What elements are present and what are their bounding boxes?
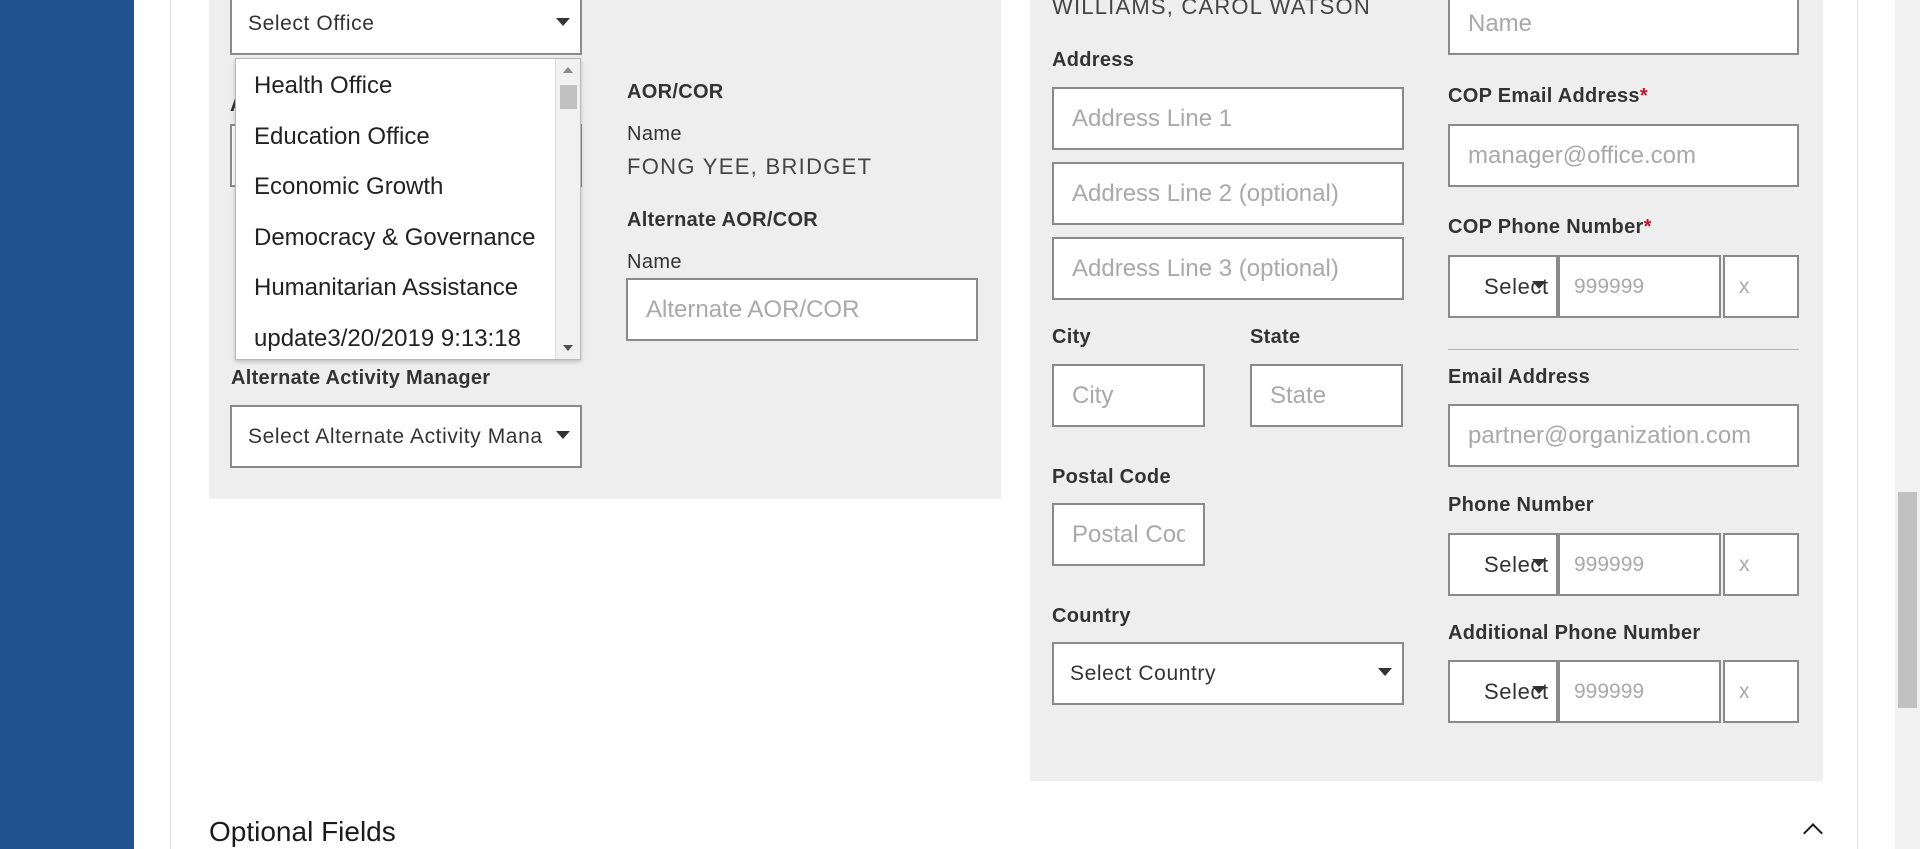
country-label: Country bbox=[1052, 605, 1131, 627]
city-input[interactable] bbox=[1052, 364, 1205, 427]
chevron-down-icon bbox=[1532, 686, 1546, 694]
cop-phone-number-input[interactable] bbox=[1558, 255, 1721, 318]
dropdown-scrollbar[interactable] bbox=[555, 59, 580, 359]
chevron-down-icon bbox=[556, 431, 570, 439]
state-label: State bbox=[1250, 326, 1301, 348]
scroll-down-arrow-icon[interactable] bbox=[563, 345, 573, 351]
office-select[interactable]: Select Office bbox=[230, 0, 582, 55]
phone-ext-input[interactable] bbox=[1723, 533, 1799, 596]
phone-number-input[interactable] bbox=[1558, 533, 1721, 596]
additional-phone-country-code-select[interactable]: Select bbox=[1448, 660, 1558, 723]
postal-code-label: Postal Code bbox=[1052, 466, 1171, 488]
alt-activity-manager-select-value: Select Alternate Activity Mana bbox=[248, 425, 543, 448]
cop-phone-country-code-select[interactable]: Select bbox=[1448, 255, 1558, 318]
alt-aor-cor-name-label: Name bbox=[627, 251, 682, 273]
office-option-education[interactable]: Education Office bbox=[254, 123, 430, 151]
alt-activity-manager-select[interactable]: Select Alternate Activity Mana bbox=[230, 405, 582, 468]
office-option-health[interactable]: Health Office bbox=[254, 72, 392, 100]
office-option-update[interactable]: update3/20/2019 9:13:18 bbox=[254, 325, 521, 353]
cop-email-input[interactable] bbox=[1448, 124, 1799, 187]
alt-aor-cor-input[interactable] bbox=[626, 278, 978, 341]
office-select-value: Select Office bbox=[248, 12, 375, 35]
cop-phone-ext-input[interactable] bbox=[1723, 255, 1799, 318]
cop-email-label: COP Email Address* bbox=[1448, 85, 1648, 108]
phone-country-code-select[interactable]: Select bbox=[1448, 533, 1558, 596]
aor-cor-name-label: Name bbox=[627, 123, 682, 145]
contact-divider bbox=[1448, 349, 1799, 350]
cop-phone-label-text: COP Phone Number bbox=[1448, 216, 1644, 238]
optional-fields-title[interactable]: Optional Fields bbox=[209, 816, 396, 848]
office-option-democracy[interactable]: Democracy & Governance bbox=[254, 224, 535, 252]
aor-cor-label: AOR/COR bbox=[627, 81, 724, 103]
cop-email-label-text: COP Email Address bbox=[1448, 85, 1640, 107]
city-label: City bbox=[1052, 326, 1091, 348]
top-name-value: WILLIAMS, CAROL WATSON bbox=[1052, 0, 1371, 19]
name-input[interactable] bbox=[1448, 0, 1799, 55]
additional-phone-ext-input[interactable] bbox=[1723, 660, 1799, 723]
chevron-down-icon bbox=[556, 18, 570, 26]
scroll-up-arrow-icon[interactable] bbox=[563, 67, 573, 73]
address-line3-input[interactable] bbox=[1052, 237, 1404, 300]
country-select-value: Select Country bbox=[1070, 662, 1217, 685]
office-option-economic-growth[interactable]: Economic Growth bbox=[254, 173, 443, 201]
email-label: Email Address bbox=[1448, 366, 1591, 388]
office-option-humanitarian[interactable]: Humanitarian Assistance bbox=[254, 274, 518, 302]
left-nav-rail bbox=[0, 0, 134, 849]
country-select[interactable]: Select Country bbox=[1052, 642, 1404, 705]
alt-activity-manager-label: Alternate Activity Manager bbox=[231, 367, 491, 389]
chevron-down-icon bbox=[1532, 559, 1546, 567]
additional-phone-label: Additional Phone Number bbox=[1448, 622, 1701, 644]
email-input[interactable] bbox=[1448, 404, 1799, 467]
aor-cor-name-value: FONG YEE, BRIDGET bbox=[627, 154, 873, 179]
dropdown-scroll-thumb[interactable] bbox=[560, 85, 577, 109]
page-scroll-thumb[interactable] bbox=[1898, 492, 1917, 708]
address-line1-input[interactable] bbox=[1052, 87, 1404, 150]
page-scrollbar[interactable] bbox=[1895, 0, 1920, 849]
cop-phone-label: COP Phone Number* bbox=[1448, 216, 1652, 239]
chevron-down-icon bbox=[1532, 281, 1546, 289]
alt-aor-cor-label: Alternate AOR/COR bbox=[627, 209, 819, 231]
address-label: Address bbox=[1052, 49, 1135, 71]
postal-code-input[interactable] bbox=[1052, 503, 1205, 566]
state-input[interactable] bbox=[1250, 364, 1403, 427]
address-line2-input[interactable] bbox=[1052, 162, 1404, 225]
additional-phone-number-input[interactable] bbox=[1558, 660, 1721, 723]
required-mark: * bbox=[1643, 216, 1652, 238]
chevron-down-icon bbox=[1378, 668, 1392, 676]
office-dropdown-list[interactable]: Health Office Education Office Economic … bbox=[235, 58, 581, 360]
required-mark: * bbox=[1639, 85, 1648, 107]
phone-label: Phone Number bbox=[1448, 494, 1594, 516]
